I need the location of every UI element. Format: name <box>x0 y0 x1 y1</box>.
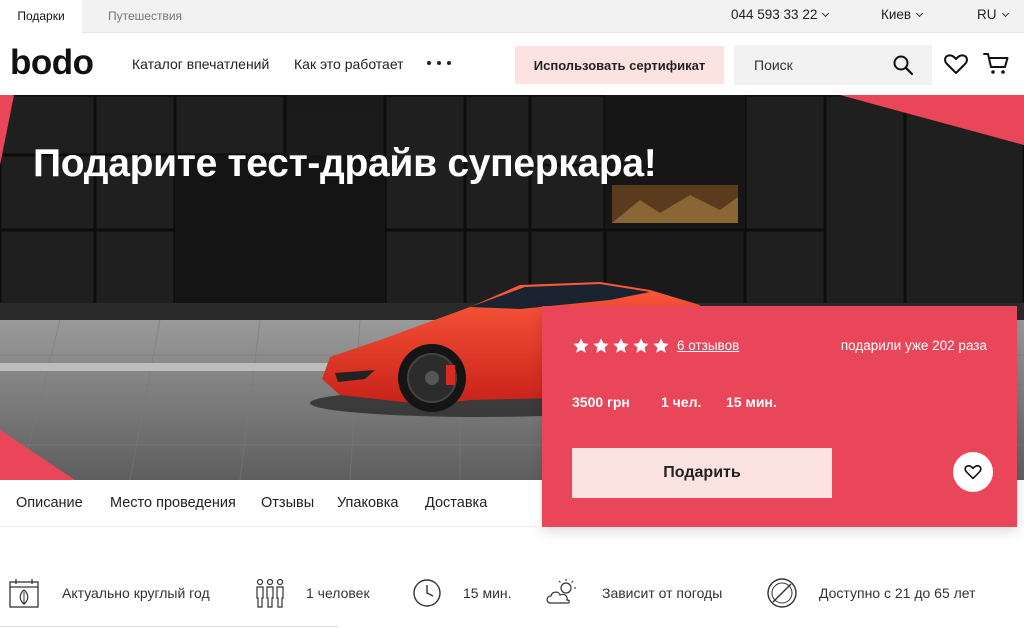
feature-people: 1 человек <box>306 585 370 601</box>
chevron-down-icon <box>916 9 924 18</box>
product-tabs: Описание Место проведения Отзывы Упаковк… <box>0 480 540 527</box>
search-input[interactable] <box>734 45 884 85</box>
star-icon <box>633 338 649 353</box>
chevron-down-icon <box>822 9 830 18</box>
feature-age: Доступно с 21 до 65 лет <box>819 585 976 601</box>
heart-icon <box>964 465 982 480</box>
star-icon <box>653 338 669 353</box>
hero-title: Подарите тест-драйв суперкара! <box>33 142 657 185</box>
clock-icon <box>413 579 441 607</box>
more-menu-icon[interactable] <box>427 61 451 65</box>
feature-duration: 15 мин. <box>463 585 512 601</box>
search-icon[interactable] <box>892 54 914 76</box>
feature-season: Актуально круглый год <box>62 585 210 601</box>
price: 3500 грн <box>572 394 630 410</box>
search-box <box>734 45 932 85</box>
city-dropdown[interactable]: Киев <box>881 0 924 30</box>
star-icon <box>593 338 609 353</box>
favorites-heart-icon[interactable] <box>942 50 970 78</box>
star-icon <box>573 338 589 353</box>
tab-gifts[interactable]: Подарки <box>0 0 82 33</box>
phone-dropdown[interactable]: 044 593 33 22 <box>731 0 830 30</box>
features-row: Актуально круглый год 1 человек 15 мин. … <box>0 560 1024 628</box>
top-bar: Подарки Путешествия 044 593 33 22 Киев R… <box>0 0 1024 33</box>
cart-icon[interactable] <box>982 49 1010 77</box>
duration: 15 мин. <box>726 394 777 410</box>
phone-number: 044 593 33 22 <box>731 7 818 22</box>
city-label: Киев <box>881 7 912 22</box>
tab-delivery[interactable]: Доставка <box>425 480 487 527</box>
tab-travel[interactable]: Путешествия <box>108 0 182 33</box>
gift-button[interactable]: Подарить <box>572 448 832 498</box>
feature-weather: Зависит от погоды <box>602 585 723 601</box>
tab-packaging[interactable]: Упаковка <box>337 480 398 527</box>
nav-catalog[interactable]: Каталог впечатлений <box>132 33 269 95</box>
language-label: RU <box>977 7 997 22</box>
language-dropdown[interactable]: RU <box>977 0 1009 30</box>
tab-description[interactable]: Описание <box>16 480 83 527</box>
weather-icon <box>546 579 576 604</box>
add-to-favorites-button[interactable] <box>953 452 993 492</box>
gifted-count: подарили уже 202 раза <box>840 338 987 353</box>
star-icon <box>613 338 629 353</box>
tab-reviews[interactable]: Отзывы <box>261 480 314 527</box>
nav-how-it-works[interactable]: Как это работает <box>294 33 404 95</box>
people-count: 1 чел. <box>661 394 702 410</box>
tab-location[interactable]: Место проведения <box>110 480 236 527</box>
calendar-leaf-icon <box>9 579 39 608</box>
reviews-link[interactable]: 6 отзывов <box>677 338 739 353</box>
use-certificate-button[interactable]: Использовать сертификат <box>515 46 724 84</box>
product-info-card: 6 отзывов подарили уже 202 раза 3500 грн… <box>542 306 1017 527</box>
people-icon <box>256 578 284 608</box>
chevron-down-icon <box>1001 9 1009 18</box>
main-header: bodo Каталог впечатлений Как это работае… <box>0 33 1024 95</box>
logo[interactable]: bodo <box>10 43 94 83</box>
divider <box>0 626 338 627</box>
rating-stars <box>572 337 670 355</box>
age-restriction-icon <box>767 578 797 608</box>
